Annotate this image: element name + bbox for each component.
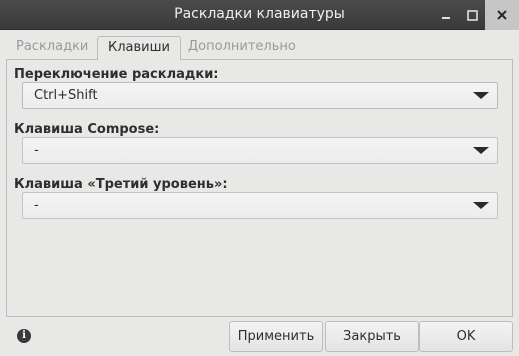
chevron-down-icon bbox=[473, 202, 489, 209]
tab-bar: Раскладки Клавиши Дополнительно bbox=[0, 36, 519, 60]
tab-layouts[interactable]: Раскладки bbox=[6, 36, 98, 59]
window-controls bbox=[433, 0, 519, 30]
maximize-button[interactable] bbox=[459, 0, 485, 30]
switch-layout-value: Ctrl+Shift bbox=[34, 88, 98, 103]
keys-panel: Переключение раскладки: Ctrl+Shift Клави… bbox=[6, 59, 513, 317]
ok-button[interactable]: OK bbox=[419, 321, 513, 352]
apply-button[interactable]: Применить bbox=[229, 321, 323, 352]
third-level-key-select[interactable]: - bbox=[22, 192, 498, 219]
info-icon[interactable]: i bbox=[17, 329, 31, 343]
chevron-down-icon bbox=[473, 147, 489, 154]
switch-layout-label: Переключение раскладки: bbox=[14, 67, 219, 82]
minimize-icon bbox=[442, 17, 450, 19]
title-bar: Раскладки клавиатуры bbox=[0, 0, 519, 30]
tab-advanced[interactable]: Дополнительно bbox=[178, 36, 306, 59]
chevron-down-icon bbox=[473, 92, 489, 99]
tab-keys[interactable]: Клавиши bbox=[97, 36, 181, 60]
close-button[interactable]: Закрыть bbox=[325, 321, 419, 352]
close-window-button[interactable] bbox=[485, 0, 519, 30]
window-title: Раскладки клавиатуры bbox=[174, 6, 345, 22]
close-icon bbox=[497, 10, 507, 20]
compose-key-value: - bbox=[34, 143, 39, 158]
third-level-key-value: - bbox=[34, 198, 39, 213]
compose-key-select[interactable]: - bbox=[22, 137, 498, 164]
switch-layout-select[interactable]: Ctrl+Shift bbox=[22, 82, 498, 109]
third-level-key-label: Клавиша «Третий уровень»: bbox=[14, 177, 228, 192]
compose-key-label: Клавиша Compose: bbox=[14, 122, 160, 137]
maximize-icon bbox=[466, 9, 478, 21]
minimize-button[interactable] bbox=[433, 0, 459, 30]
